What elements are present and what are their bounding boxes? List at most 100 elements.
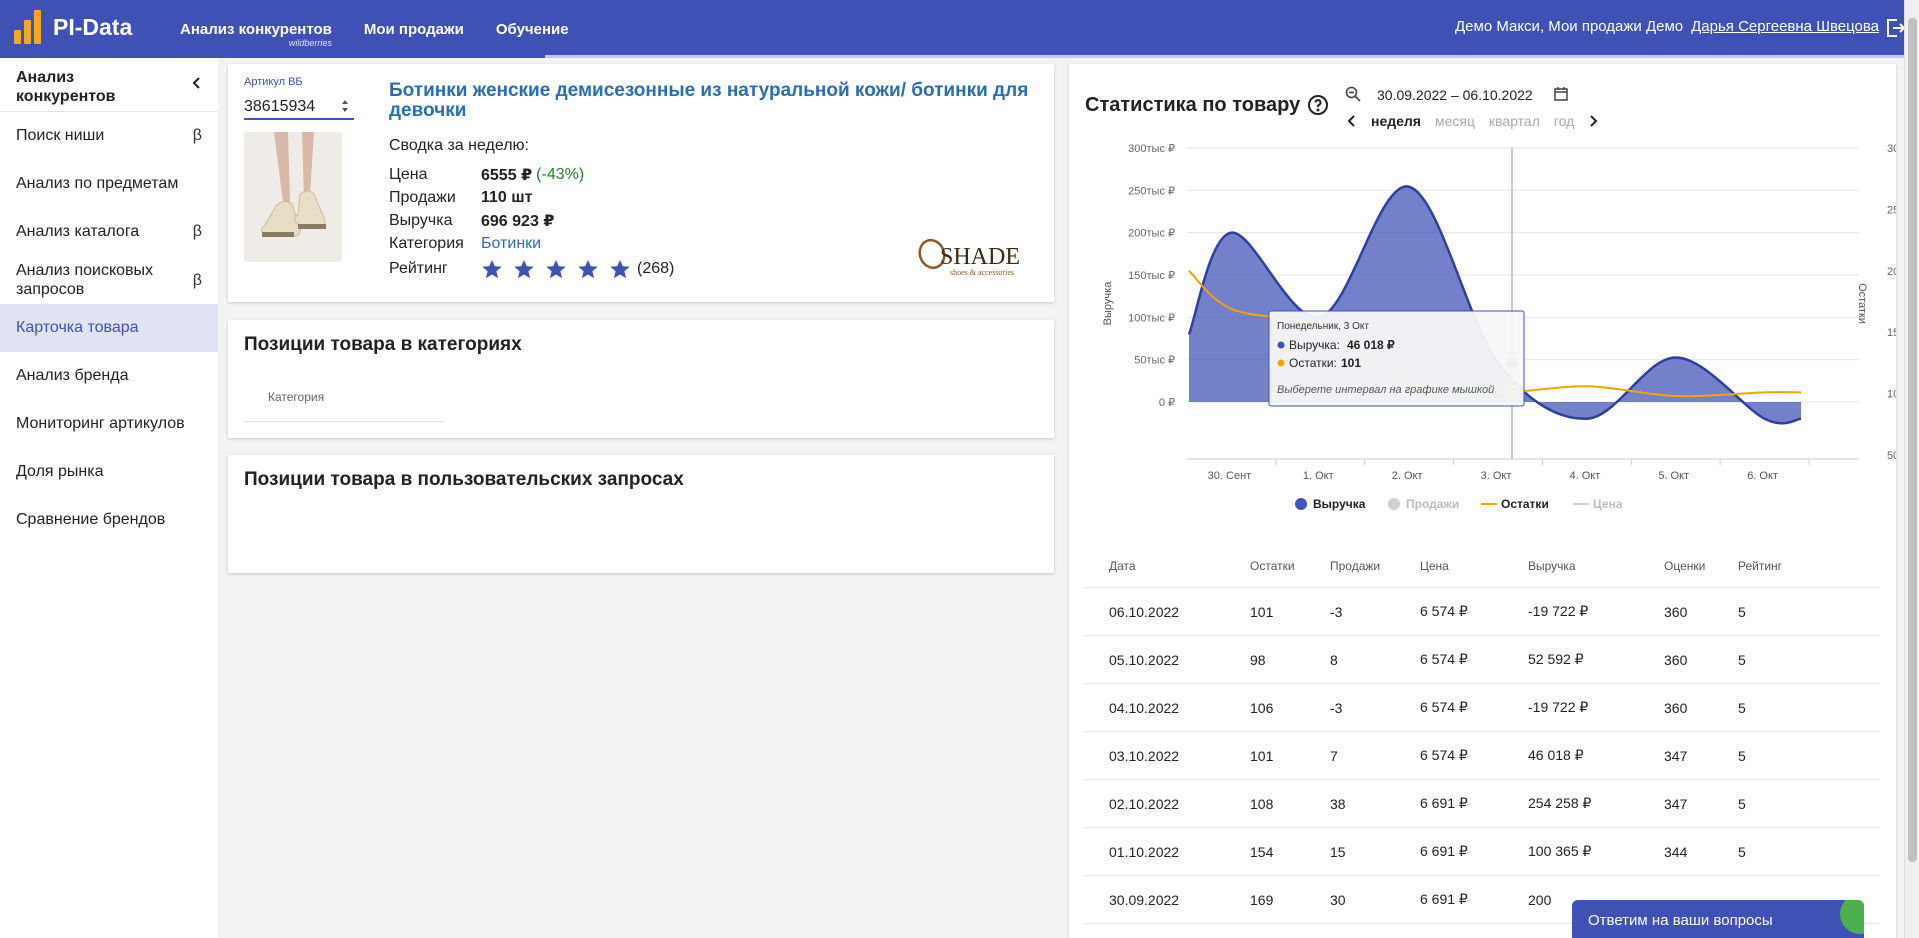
sidebar: Анализ конкурентов Поиск ниши β Анализ по…	[0, 58, 218, 938]
legend-item[interactable]: Выручка	[1313, 497, 1366, 511]
column-header[interactable]: Рейтинг	[1738, 559, 1818, 573]
column-header[interactable]: Остатки	[1250, 559, 1330, 573]
logo[interactable]: PI-Data	[14, 10, 132, 44]
beta-badge: β	[192, 127, 202, 144]
tooltip-stock-dot	[1277, 359, 1285, 367]
table-cell: 254 258 ₽	[1528, 795, 1592, 811]
sidebar-title-text: Анализ конкурентов	[16, 69, 116, 105]
period-week[interactable]: неделя	[1371, 113, 1421, 129]
sidebar-item-catalog[interactable]: Анализ каталога β	[0, 208, 218, 256]
column-header[interactable]: Выручка	[1528, 559, 1664, 573]
table-cell: 6 574 ₽	[1420, 603, 1468, 619]
sidebar-item-subjects[interactable]: Анализ по предметам	[0, 160, 218, 208]
sidebar-item-market-share[interactable]: Доля рынка	[0, 448, 218, 496]
table-header: Дата Остатки Продажи Цена Выручка Оценки Рейти…	[1085, 544, 1880, 588]
y-left-tick-label: 50тыс ₽	[1134, 355, 1175, 367]
calendar-icon[interactable]	[1553, 86, 1569, 102]
y-right-tick-label: 300	[1887, 143, 1896, 155]
y-left-tick-label: 300тыс ₽	[1128, 143, 1175, 155]
tooltip-stock-label: Остатки:	[1289, 356, 1337, 370]
y-left-tick-label: 100тыс ₽	[1128, 312, 1175, 324]
top-bar: PI-Data Анализ конкурентов wildberries М…	[0, 0, 1919, 58]
sidebar-item-monitoring[interactable]: Мониторинг артикулов	[0, 400, 218, 448]
legend-marker	[1295, 498, 1307, 510]
sidebar-item-search-queries[interactable]: Анализ поисковых запросов β	[0, 256, 218, 304]
tooltip-revenue-value: 46 018 ₽	[1347, 338, 1395, 352]
stats-chart[interactable]: 0 ₽ 50тыс ₽ 100тыс ₽ 150тыс ₽ 200тыс ₽ 250тыс…	[1069, 136, 1896, 536]
article-input[interactable]: 38615934	[244, 94, 354, 120]
table-cell: 101	[1250, 747, 1274, 764]
table-cell: 8	[1330, 651, 1338, 668]
sidebar-item-brand-compare[interactable]: Сравнение брендов	[0, 496, 218, 544]
table-cell: 100 365 ₽	[1528, 843, 1592, 859]
nav-learning[interactable]: Обучение	[496, 21, 569, 38]
user-info: Демо Макси, Мои продажи Демо Дарья Серге…	[1455, 18, 1879, 35]
y-left-tick-label: 200тыс ₽	[1128, 228, 1175, 240]
category-link[interactable]: Ботинки	[481, 235, 541, 253]
sidebar-item-product-card[interactable]: Карточка товара	[0, 304, 218, 352]
category-column-header[interactable]: Категория	[268, 390, 324, 404]
nav-competitors[interactable]: Анализ конкурентов wildberries	[180, 21, 332, 48]
y-right-tick-label: 250	[1887, 204, 1896, 216]
nav-competitors-sub: wildberries	[288, 37, 332, 48]
chat-button[interactable]: Ответим на ваши вопросы	[1572, 900, 1864, 938]
table-cell: 30	[1330, 891, 1346, 908]
price-discount: (-43%)	[536, 165, 585, 183]
spinner-arrows-icon[interactable]	[340, 98, 350, 114]
sidebar-item-niche[interactable]: Поиск ниши β	[0, 112, 218, 160]
sidebar-item-label: Сравнение брендов	[16, 511, 166, 528]
user-demo: Демо Макси, Мои продажи Демо	[1455, 18, 1684, 35]
sidebar-item-label: Карточка товара	[16, 319, 139, 336]
column-header[interactable]: Цена	[1420, 559, 1528, 573]
beta-badge: β	[192, 223, 202, 240]
y-right-axis-label: Остатки	[1856, 283, 1868, 324]
tooltip-hint: Выберете интервал на графике мышкой	[1277, 384, 1494, 396]
table-cell: 52 592 ₽	[1528, 651, 1584, 667]
chevron-left-icon[interactable]	[190, 76, 204, 90]
column-header[interactable]: Дата	[1085, 559, 1250, 573]
stat-category: Категория Ботинки	[389, 232, 674, 255]
query-positions-card: Позиции товара в пользовательских запрос…	[228, 455, 1054, 573]
article-label: Артикул ВБ	[244, 76, 303, 88]
period-year[interactable]: год	[1554, 113, 1574, 129]
legend-item[interactable]: Остатки	[1501, 497, 1549, 511]
chevron-left-icon[interactable]	[1347, 115, 1357, 127]
table-cell: 6 574 ₽	[1420, 747, 1468, 763]
table-cell: 98	[1250, 651, 1266, 668]
star-icon	[514, 259, 534, 279]
page-scrollbar[interactable]	[1904, 0, 1919, 938]
article-input-value: 38615934	[244, 98, 316, 115]
help-icon[interactable]	[1307, 94, 1329, 116]
product-card: Артикул ВБ 38615934 Ботинки женские деми…	[228, 64, 1054, 302]
table-cell: 5	[1738, 747, 1746, 764]
column-header[interactable]: Продажи	[1330, 559, 1420, 573]
legend-item[interactable]: Цена	[1593, 497, 1623, 511]
table-cell: 6 574 ₽	[1420, 699, 1468, 715]
sidebar-item-label: Анализ поисковых запросов	[16, 262, 154, 298]
tooltip-day: Понедельник, 3 Окт	[1277, 321, 1369, 332]
product-image	[244, 132, 342, 262]
y-left-tick-label: 0 ₽	[1159, 397, 1175, 409]
column-header[interactable]: Оценки	[1664, 559, 1738, 573]
nav-my-sales[interactable]: Мои продажи	[364, 21, 464, 38]
product-title-link[interactable]: Ботинки женские демисезонные из натураль…	[389, 81, 1029, 121]
period-quarter[interactable]: квартал	[1489, 113, 1540, 129]
scroll-thumb[interactable]	[1908, 18, 1917, 862]
user-name-link[interactable]: Дарья Сергеевна Швецова	[1691, 18, 1879, 35]
table-cell: 6 691 ₽	[1420, 795, 1468, 811]
x-tick-label: 4. Окт	[1569, 470, 1600, 482]
stat-key: Рейтинг	[389, 260, 448, 277]
date-range-input[interactable]: 30.09.2022 – 06.10.2022	[1377, 87, 1533, 103]
zoom-out-icon[interactable]	[1345, 86, 1361, 102]
period-month[interactable]: месяц	[1435, 113, 1475, 129]
revenue-value: 696 923 ₽	[481, 212, 555, 230]
table-cell: 169	[1250, 891, 1274, 908]
table-cell: 5	[1738, 699, 1746, 716]
legend-marker	[1388, 498, 1400, 510]
sidebar-item-brand[interactable]: Анализ бренда	[0, 352, 218, 400]
star-icon	[482, 259, 502, 279]
stat-rating: Рейтинг (268)	[389, 255, 674, 283]
chevron-right-icon[interactable]	[1588, 115, 1598, 127]
legend-item[interactable]: Продажи	[1406, 497, 1459, 511]
week-summary-label: Сводка за неделю:	[389, 137, 529, 154]
